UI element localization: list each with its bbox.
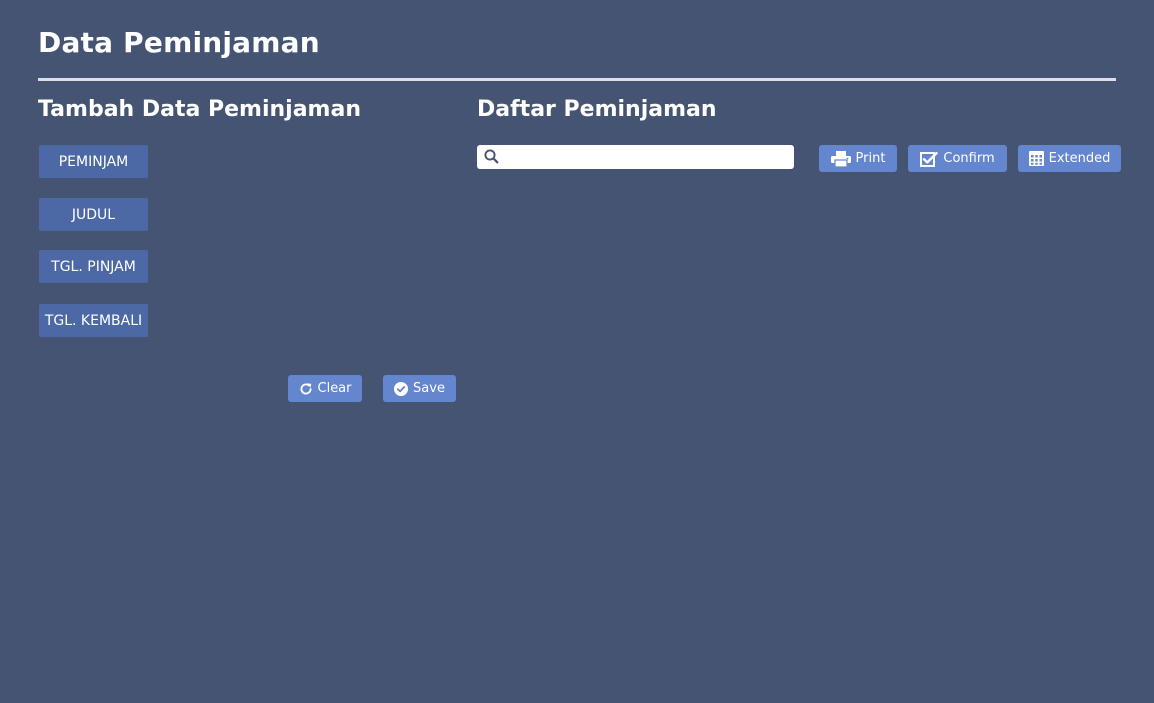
refresh-icon xyxy=(299,382,313,396)
clear-button-label: Clear xyxy=(317,381,352,396)
extended-button[interactable]: Extended xyxy=(1018,145,1121,172)
check-circle-icon xyxy=(394,381,409,396)
clear-button[interactable]: Clear xyxy=(288,375,362,402)
print-button[interactable]: Print xyxy=(819,145,897,172)
save-button[interactable]: Save xyxy=(383,375,456,402)
label-peminjam: PEMINJAM xyxy=(39,145,148,178)
form-heading: Tambah Data Peminjaman xyxy=(38,97,361,122)
confirm-button-label: Confirm xyxy=(943,151,995,166)
print-button-label: Print xyxy=(855,151,886,166)
search-icon xyxy=(484,149,499,168)
printer-icon xyxy=(830,150,851,167)
list-heading: Daftar Peminjaman xyxy=(477,97,717,122)
page: Data Peminjaman Tambah Data Peminjaman P… xyxy=(0,0,1154,703)
extended-button-label: Extended xyxy=(1048,151,1111,166)
save-button-label: Save xyxy=(413,381,445,396)
page-title: Data Peminjaman xyxy=(38,26,320,59)
search-box[interactable] xyxy=(477,145,794,169)
label-judul: JUDUL xyxy=(39,198,148,231)
calendar-icon xyxy=(1028,151,1044,166)
check-square-icon xyxy=(920,151,939,167)
search-input[interactable] xyxy=(503,147,787,167)
label-tgl-pinjam: TGL. PINJAM xyxy=(39,250,148,283)
label-tgl-kembali: TGL. KEMBALI xyxy=(39,304,148,337)
confirm-button[interactable]: Confirm xyxy=(908,145,1007,172)
title-divider xyxy=(38,78,1116,81)
